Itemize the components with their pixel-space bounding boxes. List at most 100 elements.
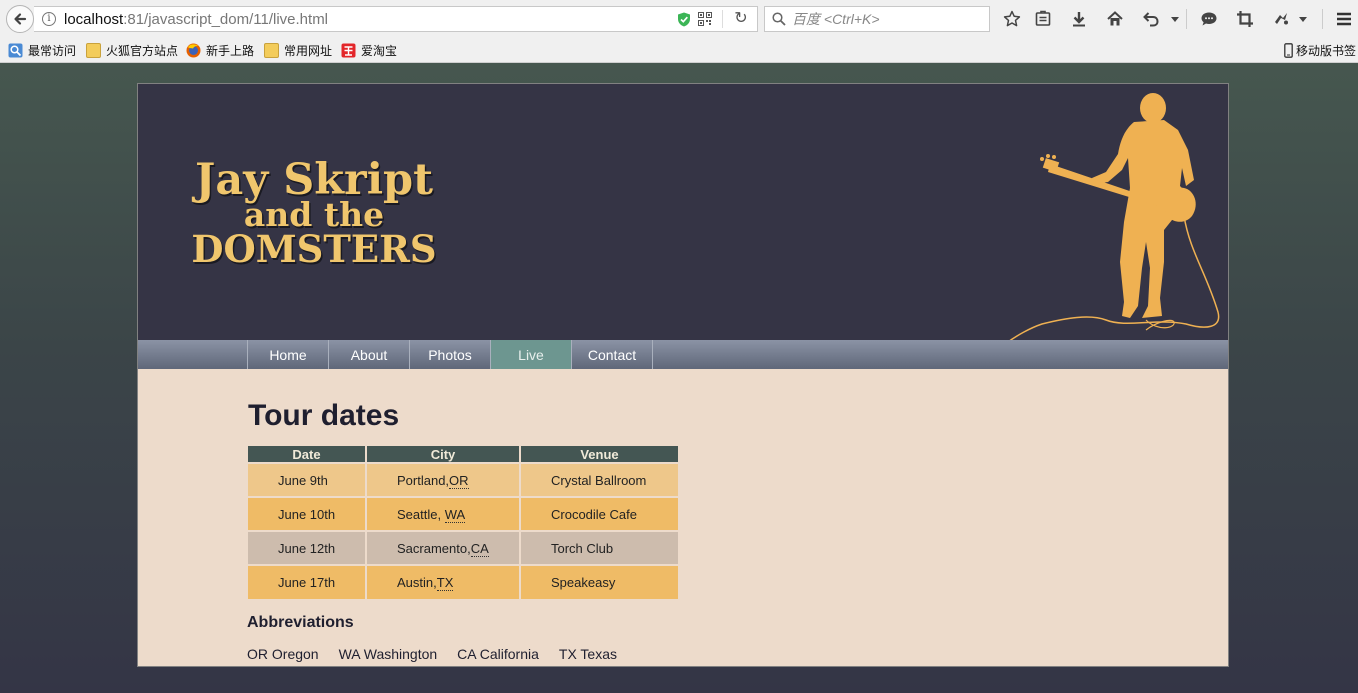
logo-line3: DOMSTERS: [191, 227, 436, 271]
bookmark-firefox-official[interactable]: 火狐官方站点: [86, 41, 178, 59]
guitarist-silhouette: [1007, 93, 1220, 342]
folder-icon: [86, 42, 101, 58]
column-header-venue: Venue: [520, 446, 678, 463]
site-header: Jay Skript Jay Skript and the and the DO…: [138, 84, 1228, 342]
bookmark-most-visited[interactable]: 最常访问: [8, 41, 76, 59]
page-viewport: Jay Skript Jay Skript and the and the DO…: [0, 63, 1358, 693]
page-title: Tour dates: [248, 399, 400, 432]
table-header-row: Date City Venue: [248, 446, 678, 463]
qr-code-icon[interactable]: [698, 12, 712, 26]
crop-icon[interactable]: [1235, 9, 1255, 29]
browser-toolbar: i localhost:81/javascript_dom/11/live.ht…: [0, 0, 1358, 38]
url-separator: [722, 10, 723, 28]
abbreviations-heading: Abbreviations: [247, 614, 354, 631]
abbreviation-item: TX Texas: [559, 646, 617, 662]
back-button[interactable]: [6, 5, 34, 33]
taobao-icon: [341, 43, 356, 57]
url-host: localhost: [64, 10, 124, 28]
reading-list-icon[interactable]: [1033, 9, 1053, 29]
abbreviation-definition: Oregon: [271, 646, 319, 662]
mobile-phone-icon: [1284, 42, 1293, 58]
venue-cell: Crystal Ballroom: [520, 462, 678, 497]
nav-about[interactable]: About: [329, 340, 410, 369]
back-arrow-icon: [14, 13, 27, 25]
bookmark-common-sites[interactable]: 常用网址: [264, 41, 332, 59]
band-logo: Jay Skript Jay Skript and the and the DO…: [191, 155, 438, 272]
abbreviation-item: OR Oregon: [247, 646, 319, 662]
city-name: Austin,: [397, 575, 437, 590]
table-row: June 17th Austin,TX Speakeasy: [248, 564, 678, 599]
chat-icon[interactable]: [1199, 9, 1219, 29]
url-text[interactable]: localhost:81/javascript_dom/11/live.html: [64, 11, 328, 28]
bookmark-label: 移动版书签: [1296, 43, 1357, 58]
bookmarks-toolbar: 最常访问 火狐官方站点 新手上路 常用网址 爱淘宝 移动版书签: [0, 38, 1358, 63]
venue-cell: Speakeasy: [520, 564, 678, 599]
reload-icon[interactable]: ↻: [732, 10, 750, 28]
toolbar-separator: [1322, 9, 1323, 29]
city-cell: Sacramento,CA: [366, 530, 521, 565]
home-icon[interactable]: [1105, 9, 1125, 29]
date-cell: June 9th: [248, 462, 367, 497]
url-path: :81/javascript_dom/11/live.html: [123, 10, 329, 28]
venue-cell: Crocodile Cafe: [520, 496, 678, 531]
bookmark-label: 新手上路: [206, 43, 255, 58]
state-abbr[interactable]: WA: [444, 506, 466, 523]
abbreviation-definition: Texas: [580, 646, 617, 662]
bookmark-label: 爱淘宝: [361, 43, 398, 58]
search-bar[interactable]: 百度 <Ctrl+K>: [764, 6, 990, 32]
city-cell: Seattle, WA: [366, 496, 521, 531]
extension-dropdown-icon[interactable]: [1296, 9, 1310, 29]
nav-home[interactable]: Home: [248, 340, 329, 369]
extension-icon[interactable]: [1271, 9, 1291, 29]
bookmark-label: 火狐官方站点: [106, 43, 179, 58]
date-cell: June 17th: [248, 564, 367, 599]
menu-icon[interactable]: [1334, 9, 1354, 29]
site-navigation: Home About Photos Live Contact: [138, 340, 1228, 369]
city-name: Seattle,: [397, 506, 445, 522]
bookmark-label: 常用网址: [284, 43, 333, 58]
venue-cell: Torch Club: [520, 530, 678, 565]
undo-dropdown-icon[interactable]: [1168, 9, 1182, 29]
state-abbr[interactable]: TX: [436, 575, 454, 591]
abbreviation-item: WA Washington: [339, 646, 438, 662]
date-cell: June 10th: [248, 496, 367, 531]
abbreviation-term: OR: [247, 646, 268, 662]
abbreviations-list: OR Oregon WA Washington CA California TX…: [247, 646, 637, 662]
globe-search-icon: [8, 43, 23, 57]
bookmark-label: 最常访问: [28, 43, 77, 58]
firefox-icon: [186, 43, 201, 57]
undo-icon[interactable]: [1141, 9, 1161, 29]
city-name: Portland,: [397, 472, 450, 488]
bookmark-getting-started[interactable]: 新手上路: [186, 41, 254, 59]
main-content: Tour dates Date City Venue June 9th Port…: [138, 369, 1228, 666]
folder-icon: [264, 42, 279, 58]
city-cell: Portland,OR: [366, 462, 521, 497]
info-icon[interactable]: i: [42, 12, 56, 26]
abbreviation-term: WA: [338, 646, 360, 662]
url-bar[interactable]: i localhost:81/javascript_dom/11/live.ht…: [34, 6, 758, 32]
date-cell: June 12th: [248, 530, 367, 565]
mobile-bookmarks[interactable]: 移动版书签: [1284, 41, 1356, 59]
bookmark-taobao[interactable]: 爱淘宝: [341, 41, 397, 59]
abbreviation-definition: California: [479, 646, 539, 662]
state-abbr[interactable]: OR: [449, 472, 469, 489]
abbreviation-term: CA: [457, 646, 476, 662]
column-header-city: City: [366, 446, 521, 463]
nav-photos[interactable]: Photos: [410, 340, 491, 369]
shield-icon[interactable]: [677, 12, 691, 27]
state-abbr[interactable]: CA: [470, 540, 489, 557]
abbreviation-item: CA California: [457, 646, 539, 662]
abbreviation-term: TX: [558, 646, 577, 662]
table-row: June 10th Seattle, WA Crocodile Cafe: [248, 496, 678, 531]
search-icon: [772, 12, 786, 26]
city-cell: Austin,TX: [366, 564, 521, 599]
download-icon[interactable]: [1069, 9, 1089, 29]
tour-dates-table: Date City Venue June 9th Portland,OR Cry…: [248, 446, 678, 599]
site-wrapper: Jay Skript Jay Skript and the and the DO…: [137, 83, 1229, 667]
abbreviation-definition: Washington: [363, 646, 438, 662]
city-name: Sacramento,: [397, 540, 471, 556]
nav-live[interactable]: Live: [491, 340, 572, 369]
nav-contact[interactable]: Contact: [572, 340, 653, 369]
bookmark-star-icon[interactable]: [1002, 9, 1022, 29]
column-header-date: Date: [248, 446, 367, 463]
